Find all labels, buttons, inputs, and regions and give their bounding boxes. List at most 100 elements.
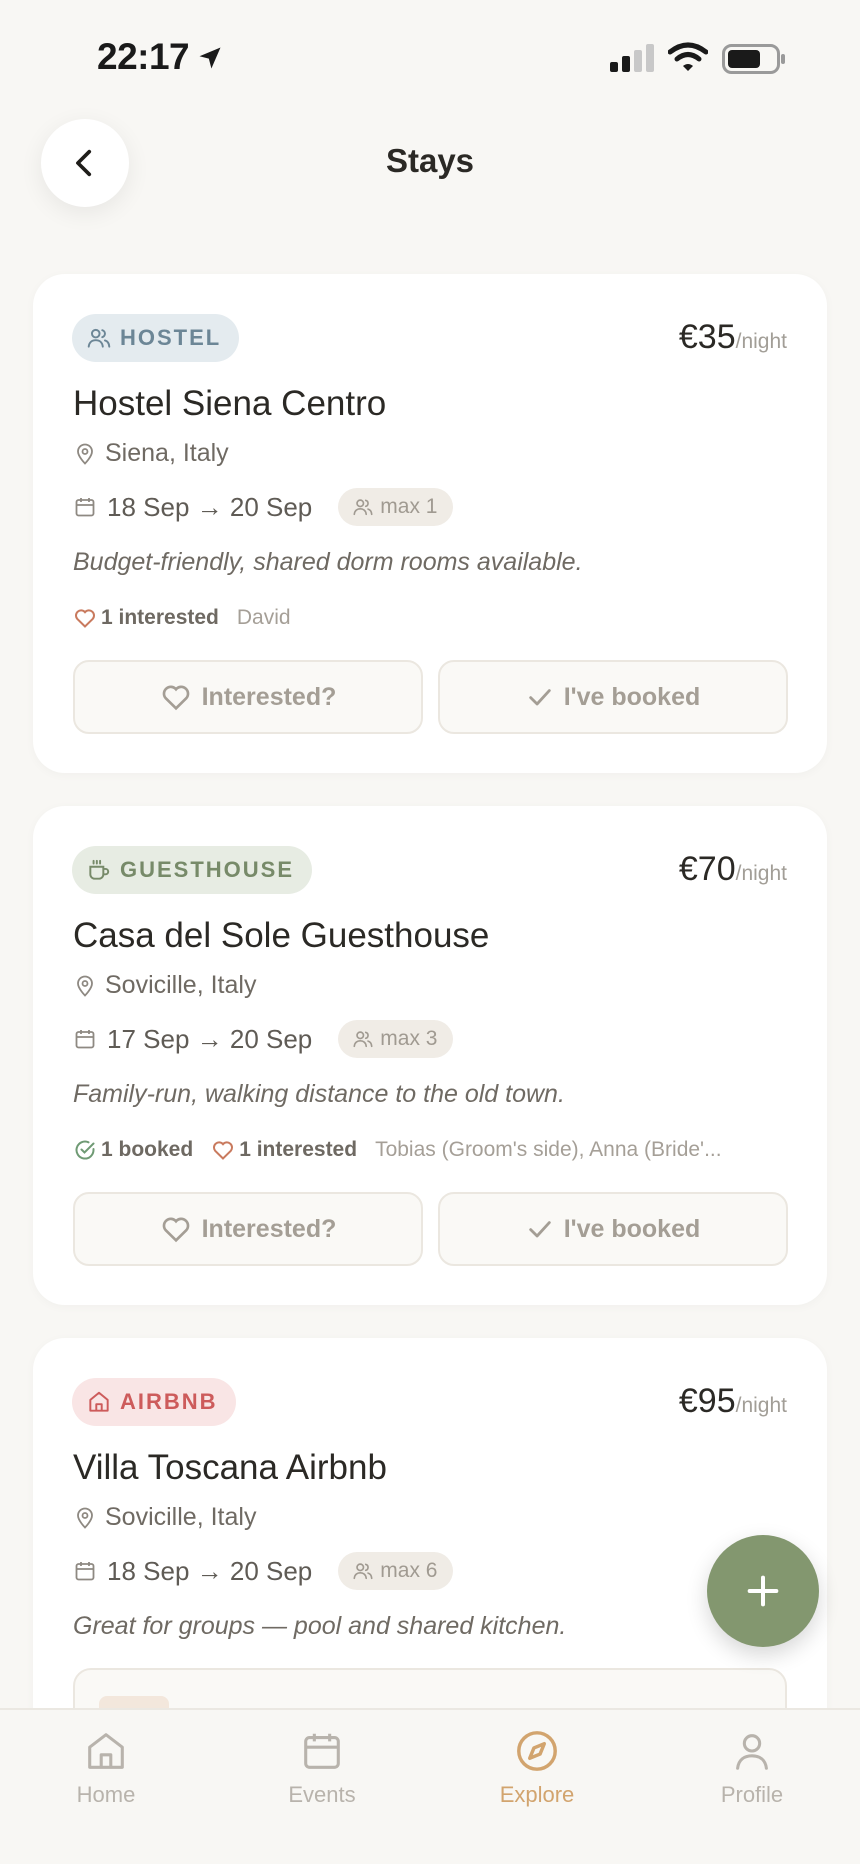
stay-name: Hostel Siena Centro: [73, 384, 387, 423]
tab-profile[interactable]: Profile: [677, 1728, 827, 1808]
person-icon: [736, 1734, 768, 1770]
max-guests-pill: max 6: [338, 1552, 454, 1590]
stay-type-badge: AIRBNB: [72, 1378, 236, 1426]
check-circle-icon: [75, 1140, 95, 1160]
stay-location: Sovicille, Italy: [73, 971, 256, 1000]
dates-text: 18 Sep → 20 Sep: [107, 491, 313, 522]
price-unit: /night: [735, 1394, 787, 1417]
badge-label: GUESTHOUSE: [120, 857, 295, 882]
tab-label: Explore: [499, 1782, 575, 1807]
location-text: Siena, Italy: [105, 439, 229, 467]
stay-location: Siena, Italy: [73, 439, 229, 468]
stay-description: Family-run, walking distance to the old …: [73, 1080, 565, 1108]
heart-icon: [75, 609, 95, 628]
status-bar: 22:17: [0, 0, 860, 110]
battery-icon: [722, 44, 785, 74]
calendar-icon: [304, 1733, 340, 1769]
tab-explore[interactable]: Explore: [462, 1728, 612, 1808]
booked-button[interactable]: I've booked: [438, 660, 788, 734]
tab-label: Home: [76, 1782, 136, 1807]
stay-type-badge: HOSTEL: [72, 314, 240, 362]
price-unit: /night: [735, 862, 787, 885]
interested-text: 1 interested: [101, 606, 219, 629]
max-guests-pill: max 1: [338, 488, 454, 526]
stay-name: Villa Toscana Airbnb: [73, 1448, 387, 1487]
stay-price: €95/night: [679, 1382, 787, 1421]
users-icon: [353, 1563, 373, 1580]
location-arrow-icon: [199, 47, 221, 69]
stay-description: Great for groups — pool and shared kitch…: [73, 1612, 567, 1640]
heart-icon: [213, 1141, 234, 1160]
location-text: Sovicille, Italy: [105, 1503, 257, 1531]
calendar-icon: [75, 498, 95, 517]
stay-social-row: 1 interested David: [73, 606, 291, 630]
plus-icon: [747, 1575, 779, 1607]
stay-dates: 17 Sep → 20 Sep max 3: [73, 1020, 454, 1058]
interested-count: 1 interested: [211, 1138, 357, 1162]
bottom-tab-bar: Home Events Explore Profile: [0, 1708, 860, 1864]
stay-name: Casa del Sole Guesthouse: [73, 916, 490, 955]
booked-text: 1 booked: [101, 1138, 194, 1161]
interested-count: 1 interested: [73, 606, 219, 630]
booked-button[interactable]: I've booked: [438, 1192, 788, 1266]
badge-label: HOSTEL: [120, 325, 222, 350]
checkmark-icon: [528, 689, 551, 706]
stay-type-badge: GUESTHOUSE: [72, 846, 313, 894]
stay-price: €35/night: [679, 318, 787, 357]
price-amount: €95: [678, 1382, 736, 1420]
booked-button-label: I've booked: [563, 1214, 701, 1243]
house-icon: [89, 1391, 109, 1412]
map-pin-icon: [77, 443, 93, 465]
map-pin-icon: [77, 1507, 93, 1529]
users-icon: [87, 328, 111, 348]
guest-names: David: [236, 606, 291, 629]
home-icon: [88, 1733, 124, 1769]
add-stay-button[interactable]: [707, 1535, 819, 1647]
dates-text: 17 Sep → 20 Sep: [107, 1023, 313, 1054]
interested-button-label: Interested?: [201, 1214, 337, 1243]
status-time: 22:17: [97, 36, 190, 77]
interested-button[interactable]: Interested?: [73, 1192, 423, 1266]
heart-icon: [162, 1217, 189, 1243]
stay-card[interactable]: GUESTHOUSE €70/night Casa del Sole Guest…: [33, 806, 827, 1305]
map-pin-icon: [77, 975, 93, 997]
max-guests-text: max 6: [380, 1559, 438, 1582]
badge-label: AIRBNB: [120, 1389, 218, 1414]
compass-icon: [517, 1731, 557, 1771]
max-guests-pill: max 3: [338, 1020, 454, 1058]
stay-dates: 18 Sep → 20 Sep max 1: [73, 488, 454, 526]
calendar-icon: [75, 1030, 95, 1049]
calendar-icon: [75, 1562, 95, 1581]
tab-home[interactable]: Home: [31, 1728, 181, 1808]
cellular-signal-icon: [610, 44, 654, 72]
max-guests-text: max 3: [380, 1027, 438, 1050]
location-text: Sovicille, Italy: [105, 971, 257, 999]
booked-count: 1 booked: [73, 1138, 193, 1162]
page-title: Stays: [385, 142, 475, 179]
interested-button-label: Interested?: [201, 682, 337, 711]
booked-button-label: I've booked: [563, 682, 701, 711]
stay-location: Sovicille, Italy: [73, 1503, 256, 1532]
users-icon: [353, 1031, 373, 1048]
stay-dates: 18 Sep → 20 Sep max 6: [73, 1552, 454, 1590]
interested-text: 1 interested: [239, 1138, 358, 1161]
price-amount: €70: [678, 850, 736, 888]
price-amount: €35: [678, 318, 736, 356]
wifi-icon: [668, 42, 708, 71]
stay-price: €70/night: [679, 850, 787, 889]
tab-label: Profile: [720, 1782, 784, 1807]
heart-icon: [162, 685, 189, 711]
tab-label: Events: [288, 1782, 356, 1807]
max-guests-text: max 1: [380, 495, 438, 518]
tab-events[interactable]: Events: [247, 1728, 397, 1808]
guest-names: Tobias (Groom's side), Anna (Bride'...: [375, 1138, 722, 1161]
dates-text: 18 Sep → 20 Sep: [107, 1555, 313, 1586]
stay-social-row: 1 booked 1 interested Tobias (Groom's si…: [73, 1138, 722, 1162]
stay-description: Budget-friendly, shared dorm rooms avail…: [73, 548, 583, 576]
checkmark-icon: [528, 1221, 551, 1238]
stay-card[interactable]: HOSTEL €35/night Hostel Siena Centro Sie…: [33, 274, 827, 773]
price-unit: /night: [735, 330, 787, 353]
users-icon: [353, 499, 373, 516]
coffee-cup-icon: [89, 859, 110, 880]
interested-button[interactable]: Interested?: [73, 660, 423, 734]
